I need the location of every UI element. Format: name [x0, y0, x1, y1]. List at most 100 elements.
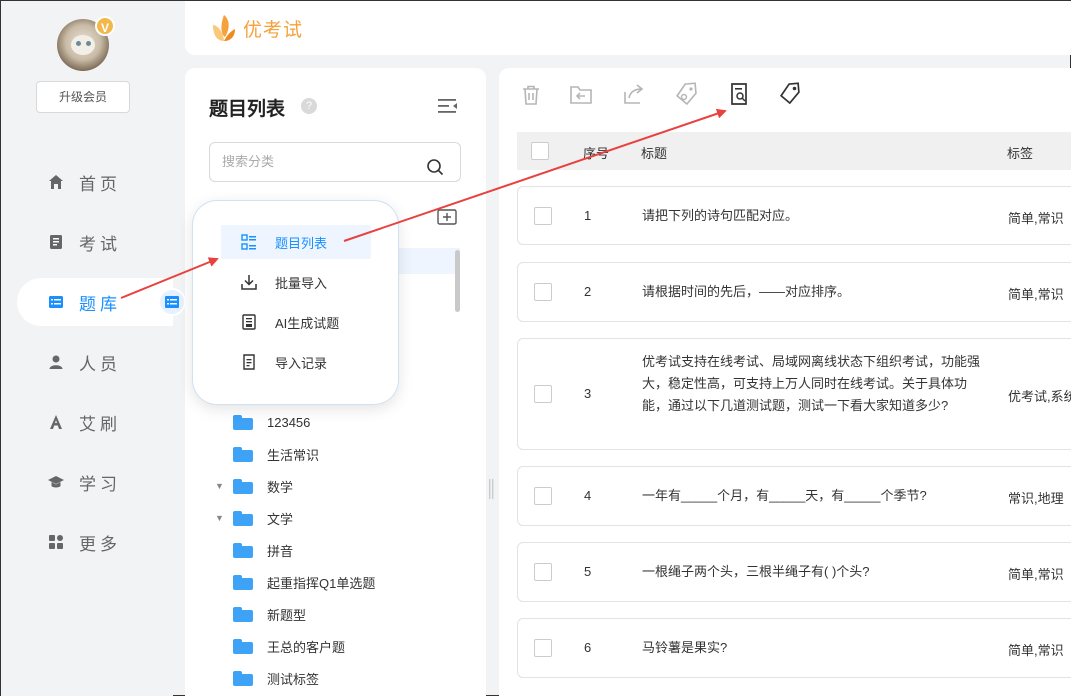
- row-title: 一年有_____个月，有_____天，有_____个季节?: [642, 488, 927, 503]
- row-tag: 常识,地理: [1008, 491, 1064, 506]
- delete-icon[interactable]: [519, 83, 543, 107]
- tag-icon[interactable]: [778, 82, 802, 106]
- nav-item-person[interactable]: 人员: [17, 338, 173, 386]
- tree-item-label: 新题型: [267, 607, 307, 623]
- sidebar-toggle-button[interactable]: [158, 288, 186, 316]
- brand-logo-icon: [213, 15, 235, 41]
- list-toggle-icon: [165, 296, 179, 308]
- doc-search-icon[interactable]: [728, 82, 752, 106]
- avatar-eye: [86, 41, 91, 46]
- search-icon[interactable]: [426, 153, 444, 191]
- popup-item-label: 批量导入: [275, 275, 328, 291]
- nav-label: 首页: [79, 174, 121, 194]
- table-header: 序号 标题 标签: [517, 132, 1071, 170]
- popup-item-question-list[interactable]: 题目列表: [221, 225, 371, 259]
- move-folder-icon[interactable]: [569, 83, 593, 107]
- tree-item-label: 起重指挥Q1单选题: [267, 575, 376, 591]
- table-row[interactable]: 5 一根绳子两个头，三根半绳子有( )个头? 简单,常识: [517, 542, 1071, 602]
- home-icon: [47, 173, 65, 191]
- select-all-checkbox[interactable]: [531, 142, 549, 160]
- popup-item-label: 导入记录: [275, 355, 328, 371]
- help-icon[interactable]: ?: [301, 98, 317, 114]
- header-title: 标题: [641, 146, 668, 161]
- folder-icon: [233, 478, 253, 494]
- folder-icon: [233, 414, 253, 430]
- question-bank-popup-menu: 题目列表 批量导入 AI生成试题 导入记录: [193, 201, 398, 404]
- folder-icon: [233, 510, 253, 526]
- ai-brush-icon: [47, 413, 65, 431]
- person-icon: [47, 353, 65, 371]
- table-row[interactable]: 2 请根据时间的先后，——对应排序。 简单,常识: [517, 262, 1071, 322]
- row-checkbox[interactable]: [534, 639, 552, 657]
- tag-search-icon[interactable]: [675, 82, 699, 106]
- nav-label: 学习: [79, 474, 121, 494]
- row-title: 一根绳子两个头，三根半绳子有( )个头?: [642, 564, 870, 579]
- row-checkbox[interactable]: [534, 563, 552, 581]
- folder-icon: [233, 542, 253, 558]
- tree-item[interactable]: 新题型: [215, 598, 306, 630]
- record-icon: [241, 354, 259, 370]
- tree-item[interactable]: ▼ 文学: [215, 502, 293, 534]
- expand-arrow-icon[interactable]: ▼: [215, 513, 225, 523]
- nav-item-exam[interactable]: 考试: [17, 218, 173, 266]
- add-category-icon[interactable]: [437, 209, 457, 230]
- tree-item[interactable]: 测试标签: [215, 662, 319, 694]
- row-checkbox[interactable]: [534, 385, 552, 403]
- category-search-input[interactable]: 搜索分类: [209, 142, 461, 182]
- table-row[interactable]: 4 一年有_____个月，有_____天，有_____个季节? 常识,地理: [517, 466, 1071, 526]
- row-checkbox[interactable]: [534, 283, 552, 301]
- question-list-panel: 序号 标题 标签 1 请把下列的诗句匹配对应。 简单,常识 2 请根据时间的先后…: [499, 68, 1071, 696]
- tree-item-label: 数学: [267, 479, 294, 495]
- row-index: 5: [584, 564, 592, 579]
- row-tag: 简单,常识: [1008, 211, 1064, 226]
- panel-splitter-handle[interactable]: [488, 479, 496, 499]
- tree-item-label: 文学: [267, 511, 294, 527]
- nav-item-study[interactable]: 学习: [17, 458, 173, 506]
- table-row[interactable]: 1 请把下列的诗句匹配对应。 简单,常识: [517, 186, 1071, 245]
- menu-collapse-icon[interactable]: [438, 98, 458, 119]
- row-title: 优考试支持在线考试、局域网离线状态下组织考试，功能强大，稳定性高，可支持上万人同…: [642, 354, 981, 413]
- search-placeholder: 搜索分类: [222, 154, 275, 169]
- tree-item-label: 生活常识: [267, 447, 320, 463]
- row-index: 4: [584, 488, 592, 503]
- nav-item-question-bank[interactable]: 题库: [17, 278, 173, 326]
- row-title: 请把下列的诗句匹配对应。: [642, 208, 799, 223]
- popup-item-ai-generate[interactable]: AI生成试题: [221, 305, 371, 339]
- expand-arrow-icon[interactable]: ▼: [215, 481, 225, 491]
- tree-item-label: 拼音: [267, 543, 294, 559]
- ai-doc-icon: [241, 314, 259, 330]
- vip-badge: V: [95, 16, 115, 36]
- tree-item[interactable]: ▼ 数学: [215, 470, 293, 502]
- popup-item-import-record[interactable]: 导入记录: [221, 345, 371, 379]
- row-index: 3: [584, 386, 592, 401]
- tree-item[interactable]: 123456: [215, 406, 310, 438]
- tree-scrollbar[interactable]: [455, 250, 460, 312]
- row-checkbox[interactable]: [534, 487, 552, 505]
- table-row[interactable]: 3 优考试支持在线考试、局域网离线状态下组织考试，功能强大，稳定性高，可支持上万…: [517, 338, 1071, 450]
- export-icon[interactable]: [622, 82, 646, 106]
- nav-item-more[interactable]: 更多: [17, 518, 173, 566]
- nav-item-ai-brush[interactable]: 艾刷: [17, 398, 173, 446]
- folder-icon: [233, 606, 253, 622]
- table-row[interactable]: 6 马铃薯是果实? 简单,常识: [517, 618, 1071, 678]
- nav-label: 人员: [79, 354, 121, 374]
- folder-icon: [233, 446, 253, 462]
- nav-label: 艾刷: [79, 414, 121, 434]
- graduation-cap-icon: [47, 473, 65, 491]
- row-checkbox[interactable]: [534, 207, 552, 225]
- nav-item-home[interactable]: 首页: [17, 158, 173, 206]
- row-tag: 简单,常识: [1008, 567, 1064, 582]
- list-icon: [241, 234, 259, 250]
- folder-icon: [233, 574, 253, 590]
- popup-item-batch-import[interactable]: 批量导入: [221, 265, 371, 299]
- upgrade-member-button[interactable]: 升级会员: [36, 81, 130, 113]
- folder-icon: [233, 638, 253, 654]
- tree-item[interactable]: 起重指挥Q1单选题: [215, 566, 375, 598]
- popup-item-label: 题目列表: [275, 235, 328, 251]
- row-title: 请根据时间的先后，——对应排序。: [642, 284, 851, 299]
- tree-item[interactable]: 拼音: [215, 534, 293, 566]
- tree-item[interactable]: 生活常识: [215, 438, 319, 470]
- exam-icon: [47, 233, 65, 251]
- tree-item[interactable]: 王总的客户题: [215, 630, 345, 662]
- popup-item-label: AI生成试题: [275, 315, 340, 331]
